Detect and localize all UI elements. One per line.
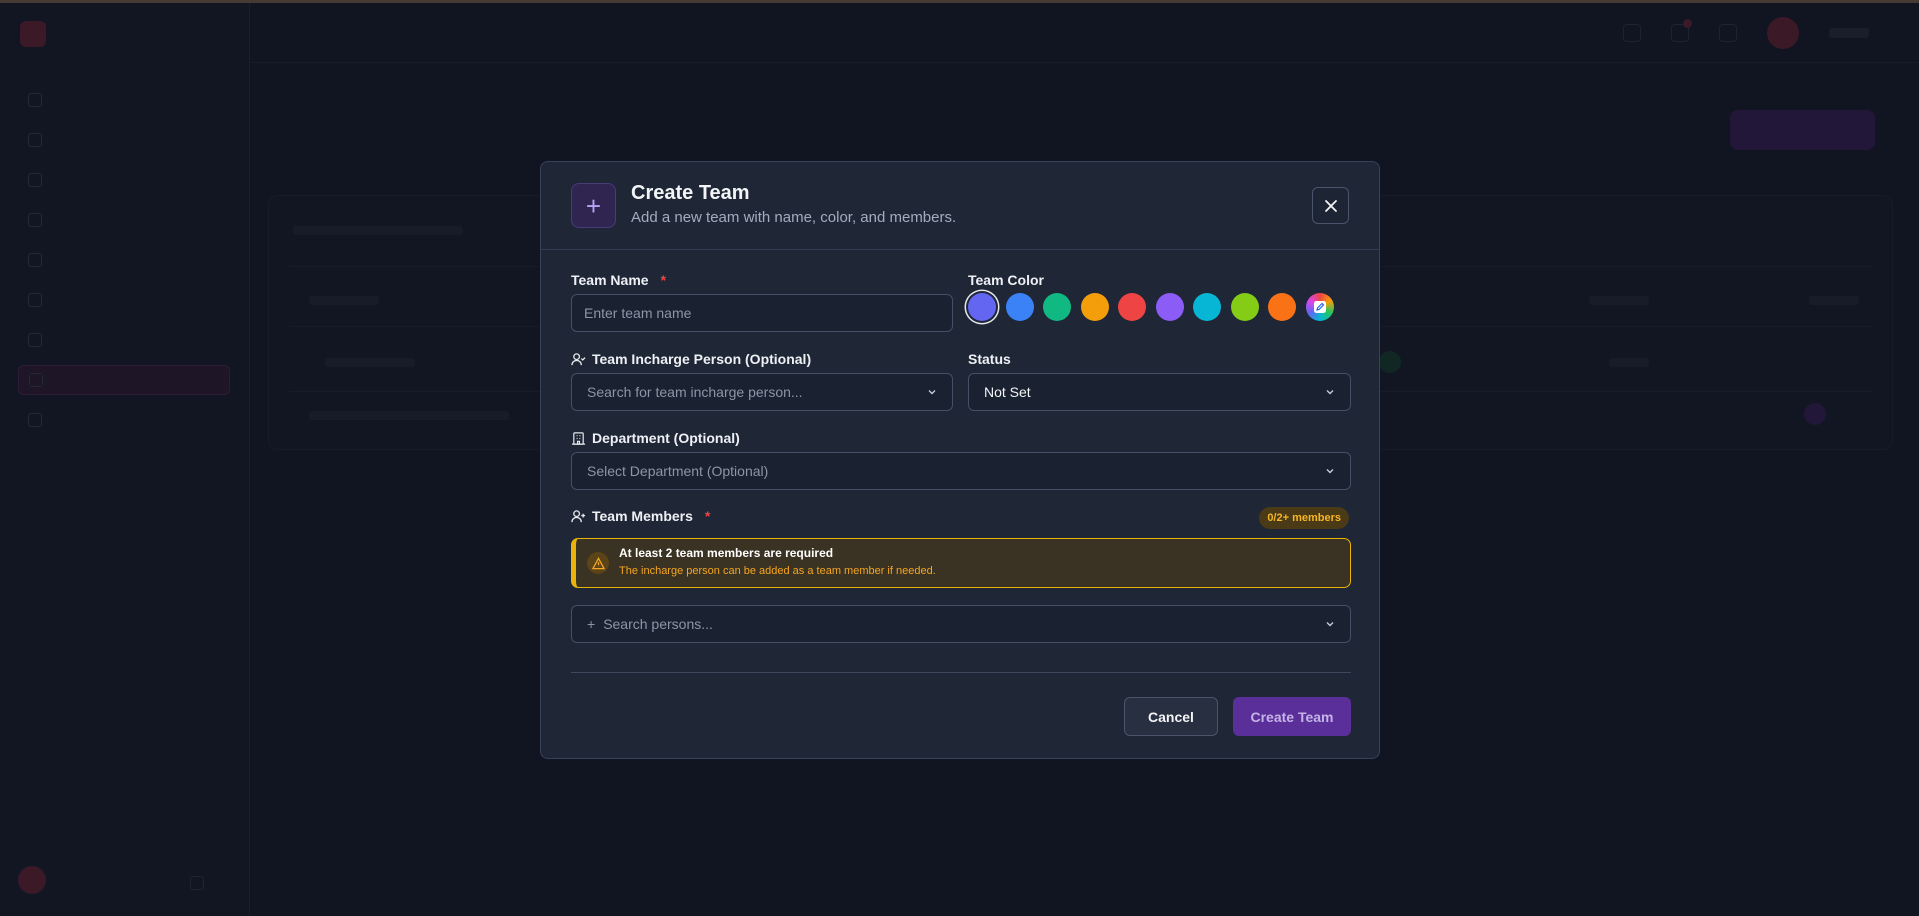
color-swatch[interactable] bbox=[968, 293, 996, 321]
plus-icon: + bbox=[587, 616, 596, 632]
status-select[interactable]: Not Set bbox=[968, 373, 1351, 411]
building-icon bbox=[571, 431, 586, 445]
dialog-header: + Create Team Add a new team with name, … bbox=[541, 162, 1379, 250]
close-button[interactable] bbox=[1312, 187, 1349, 224]
plus-icon: + bbox=[571, 183, 616, 228]
edit-icon bbox=[1313, 301, 1326, 313]
team-name-placeholder: Enter team name bbox=[584, 305, 692, 321]
color-swatch[interactable] bbox=[1193, 293, 1221, 321]
color-swatch[interactable] bbox=[1080, 293, 1109, 321]
alert-message: The incharge person can be added as a te… bbox=[619, 565, 936, 577]
chevron-down-icon bbox=[1326, 622, 1334, 627]
chevron-down-icon bbox=[928, 390, 936, 395]
incharge-placeholder: Search for team incharge person... bbox=[587, 384, 803, 400]
dialog-title: Create Team bbox=[631, 182, 750, 204]
team-color-label: Team Color bbox=[968, 272, 1044, 288]
team-name-input[interactable]: Enter team name bbox=[571, 294, 953, 332]
dialog-subtitle: Add a new team with name, color, and mem… bbox=[631, 209, 957, 226]
incharge-select[interactable]: Search for team incharge person... bbox=[571, 373, 953, 411]
members-warning-alert: At least 2 team members are required The… bbox=[571, 538, 1351, 588]
user-check-icon bbox=[571, 352, 586, 365]
member-search-placeholder: Search persons... bbox=[603, 616, 713, 632]
color-swatch[interactable] bbox=[1043, 293, 1071, 321]
chevron-down-icon bbox=[1326, 469, 1334, 474]
color-swatches bbox=[968, 293, 1334, 321]
incharge-label: Team Incharge Person (Optional) bbox=[571, 351, 811, 367]
color-swatch[interactable] bbox=[1155, 293, 1184, 321]
warning-icon bbox=[587, 552, 609, 574]
custom-color-button[interactable] bbox=[1305, 293, 1334, 321]
required-mark: * bbox=[660, 272, 667, 288]
member-search-select[interactable]: + Search persons... bbox=[571, 605, 1351, 643]
team-name-label: Team Name * bbox=[571, 272, 667, 288]
user-plus-icon bbox=[571, 509, 586, 522]
member-count-badge: 0/2+ members bbox=[1259, 507, 1349, 529]
required-mark: * bbox=[704, 508, 711, 524]
department-select[interactable]: Select Department (Optional) bbox=[571, 452, 1351, 490]
footer-divider bbox=[571, 672, 1351, 673]
close-icon bbox=[1324, 199, 1337, 212]
color-swatch[interactable] bbox=[1230, 293, 1259, 321]
department-placeholder: Select Department (Optional) bbox=[587, 463, 769, 479]
cancel-button[interactable]: Cancel bbox=[1124, 697, 1218, 736]
color-swatch[interactable] bbox=[1268, 293, 1296, 321]
color-swatch[interactable] bbox=[1005, 293, 1034, 321]
create-team-button[interactable]: Create Team bbox=[1233, 697, 1351, 736]
create-team-dialog: + Create Team Add a new team with name, … bbox=[540, 161, 1380, 759]
status-value: Not Set bbox=[984, 384, 1031, 400]
color-swatch[interactable] bbox=[1118, 293, 1146, 321]
chevron-down-icon bbox=[1326, 390, 1334, 395]
status-label: Status bbox=[968, 351, 1011, 367]
team-members-label: Team Members * bbox=[571, 508, 710, 524]
alert-title: At least 2 team members are required bbox=[619, 546, 834, 560]
department-label: Department (Optional) bbox=[571, 430, 740, 446]
